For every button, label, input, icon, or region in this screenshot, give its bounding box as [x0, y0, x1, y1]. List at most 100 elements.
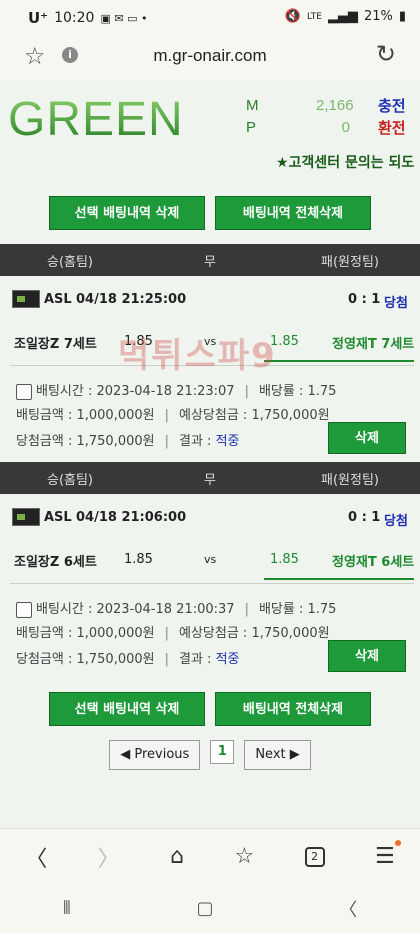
top-action-row: 선택 배팅내역 삭제 배팅내역 전체삭제: [0, 196, 420, 230]
reload-icon[interactable]: ↻: [376, 40, 396, 68]
delete-bet-button[interactable]: 삭제: [328, 422, 406, 454]
league-icon: [12, 508, 40, 526]
table-header: 승(홈팀) 무 패(원정팀): [0, 244, 420, 276]
delete-all-button[interactable]: 배팅내역 전체삭제: [215, 196, 371, 230]
header-away: 패(원정팀): [321, 472, 379, 488]
outcome-value: 적중: [215, 652, 240, 667]
money-label: M: [246, 96, 259, 114]
table-header: 승(홈팀) 무 패(원정팀): [0, 462, 420, 494]
home-icon[interactable]: ⌂: [170, 844, 184, 869]
next-page-button[interactable]: Next ▶: [244, 740, 311, 770]
bookmarks-icon[interactable]: ☆: [234, 844, 254, 869]
home-odds: 1.85: [124, 552, 153, 567]
outcome-value: 적중: [215, 434, 240, 449]
balance-panel: M 2,166 충전 P 0 환전: [246, 94, 416, 138]
carrier-label: U⁺: [28, 9, 49, 27]
bet-odds: 배당률 : 1.75: [258, 384, 337, 399]
delete-all-button[interactable]: 배팅내역 전체삭제: [215, 692, 371, 726]
bet-time: 배팅시간 : 2023-04-18 21:23:07: [36, 384, 235, 399]
separator: |: [244, 602, 249, 617]
forward-icon[interactable]: 〉: [98, 841, 120, 873]
signal-icon: ▂▄▆: [327, 9, 358, 24]
page-content: GREEN M 2,166 충전 P 0 환전 ★고객센터 문의는 되도 선택 …: [0, 80, 420, 828]
url-text[interactable]: m.gr-onair.com: [0, 46, 420, 66]
away-team: 정영재T 6세트: [332, 555, 415, 570]
bet-select-checkbox[interactable]: [16, 601, 32, 618]
bet-odds: 배당률 : 1.75: [258, 602, 337, 617]
bottom-action-row: 선택 배팅내역 삭제 배팅내역 전체삭제: [0, 692, 420, 726]
bet-meta: ASL 04/18 21:25:00 0 : 1 당첨: [0, 276, 420, 320]
menu-icon[interactable]: ☰: [375, 840, 401, 869]
notice-marquee: ★고객센터 문의는 되도: [276, 155, 415, 171]
bet-result: 당첨: [384, 296, 408, 311]
status-bar: U⁺ 10:20 ▣ ✉ ▭ • 🔇 LTE ▂▄▆ 21% ▮: [0, 0, 420, 36]
match-date: 04/18 21:25:00: [76, 292, 187, 307]
match-date: 04/18 21:06:00: [76, 510, 187, 525]
separator: |: [164, 652, 169, 667]
home-team: 조일장Z 7세트: [14, 337, 97, 352]
system-nav-bar: ⦀ ▢ 〈: [0, 884, 420, 933]
previous-page-button[interactable]: ◀ Previous: [109, 740, 201, 770]
current-page[interactable]: 1: [210, 740, 235, 764]
league-name: ASL: [44, 510, 72, 525]
notification-dot: [394, 840, 401, 846]
league-icon: [12, 290, 40, 308]
battery-label: 21%: [363, 9, 393, 24]
bet-result: 당첨: [384, 514, 408, 529]
header-draw: 무: [204, 254, 216, 270]
header-away: 패(원정팀): [321, 254, 379, 270]
away-odds: 1.85: [270, 552, 299, 567]
bet-time: 배팅시간 : 2023-04-18 21:00:37: [36, 602, 235, 617]
bet-amount: 배팅금액 : 1,000,000원: [16, 408, 155, 423]
win-amount: 당첨금액 : 1,750,000원: [16, 434, 155, 449]
notification-icon: ▣ ✉ ▭ •: [100, 11, 148, 25]
point-label: P: [246, 118, 257, 136]
selected-pick-underline: [264, 360, 414, 362]
outcome-label: 결과 :: [179, 652, 216, 667]
browser-nav-bar: 〈 〉 ⌂ ☆ 2 ☰: [0, 828, 420, 884]
selected-pick-underline: [264, 578, 414, 580]
bet-amount: 배팅금액 : 1,000,000원: [16, 626, 155, 641]
charge-link[interactable]: 충전: [378, 95, 406, 116]
tabs-icon[interactable]: 2: [304, 846, 325, 867]
divider: [10, 583, 414, 584]
bet-meta: ASL 04/18 21:06:00 0 : 1 당첨: [0, 494, 420, 538]
network-label: LTE: [306, 11, 322, 22]
delete-bet-button[interactable]: 삭제: [328, 640, 406, 672]
back-icon[interactable]: 〈: [25, 841, 47, 873]
header-home: 승(홈팀): [46, 254, 94, 270]
site-logo[interactable]: GREEN: [8, 92, 184, 147]
separator: |: [164, 408, 169, 423]
expected-payout: 예상당첨금 : 1,750,000원: [179, 408, 330, 423]
bet-card: ASL 04/18 21:06:00 0 : 1 당첨 조일장Z 6세트 1.8…: [0, 494, 420, 680]
delete-selected-button[interactable]: 선택 배팅내역 삭제: [49, 692, 205, 726]
pagination: ◀ Previous 1 Next ▶: [0, 740, 420, 770]
separator: |: [164, 434, 169, 449]
separator: |: [164, 626, 169, 641]
clock: 10:20: [54, 10, 95, 26]
expected-payout: 예상당첨금 : 1,750,000원: [179, 626, 330, 641]
browser-url-bar: ☆ i m.gr-onair.com ↻: [0, 36, 420, 78]
match-score: 0 : 1: [348, 292, 381, 307]
money-value: 2,166: [316, 96, 354, 114]
away-team: 정영재T 7세트: [332, 337, 415, 352]
league-name: ASL: [44, 292, 72, 307]
home-button-icon[interactable]: ▢: [196, 898, 213, 919]
point-value: 0: [341, 118, 350, 136]
separator: |: [244, 384, 249, 399]
back-button-icon[interactable]: 〈: [339, 896, 357, 922]
win-amount: 당첨금액 : 1,750,000원: [16, 652, 155, 667]
bet-select-checkbox[interactable]: [16, 383, 32, 400]
vs-label: vs: [204, 553, 217, 566]
match-score: 0 : 1: [348, 510, 381, 525]
delete-selected-button[interactable]: 선택 배팅내역 삭제: [49, 196, 205, 230]
exchange-link[interactable]: 환전: [378, 117, 406, 138]
battery-icon: ▮: [398, 9, 406, 24]
header-draw: 무: [204, 472, 216, 488]
home-team: 조일장Z 6세트: [14, 555, 97, 570]
recent-apps-icon[interactable]: ⦀: [63, 898, 71, 919]
outcome-label: 결과 :: [179, 434, 216, 449]
mute-icon: 🔇: [284, 9, 301, 24]
match-row: 조일장Z 6세트 1.85 vs 1.85 정영재T 6세트: [0, 540, 420, 580]
header-home: 승(홈팀): [46, 472, 94, 488]
